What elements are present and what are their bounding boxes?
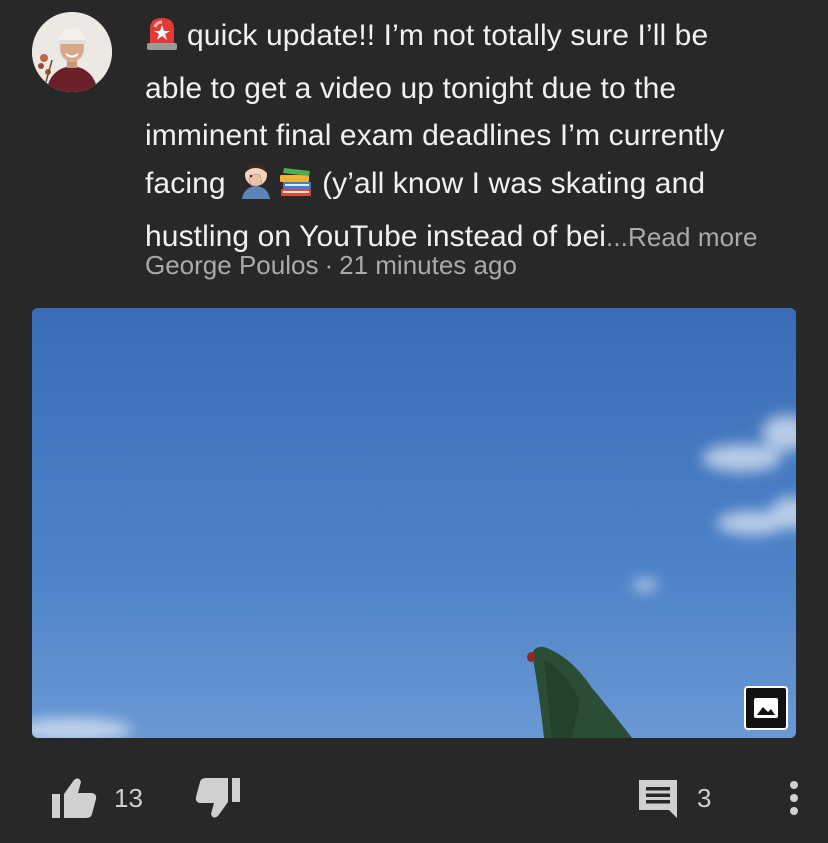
meta-separator: · — [324, 250, 334, 280]
read-more-link[interactable]: Read more — [628, 222, 758, 252]
post-line-1: quick update!! I’m not totally sure I’ll… — [145, 12, 805, 65]
post-body: quick update!! I’m not totally sure I’ll… — [145, 12, 805, 261]
comments-button[interactable] — [637, 778, 679, 825]
more-options-button[interactable] — [784, 778, 804, 822]
post-text-segment: (y’all know I was skating and — [322, 167, 706, 200]
post-text-segment: facing — [145, 167, 226, 200]
post-line-4: facing (y’all know I was skating and — [145, 159, 805, 213]
like-count: 13 — [114, 783, 143, 813]
facepalm-emoji — [236, 159, 276, 213]
community-post: quick update!! I’m not totally sure I’ll… — [0, 0, 828, 843]
thumbs-up-icon — [50, 776, 98, 825]
more-vert-icon — [789, 780, 799, 821]
police-light-emoji — [145, 15, 179, 65]
comment-count: 3 — [697, 783, 712, 813]
like-button[interactable] — [50, 776, 98, 825]
post-line-3: imminent final exam deadlines I’m curren… — [145, 119, 725, 152]
post-meta: George Poulos · 21 minutes ago — [145, 248, 517, 282]
avatar[interactable] — [32, 12, 112, 92]
books-emoji — [278, 163, 314, 213]
author-name[interactable]: George Poulos — [145, 250, 318, 280]
action-bar: 13 3 — [0, 770, 828, 830]
ellipsis: ... — [606, 222, 628, 252]
post-line-2: able to get a video up tonight due to th… — [145, 72, 677, 105]
post-image[interactable] — [32, 308, 796, 738]
thumbs-down-icon — [194, 776, 242, 825]
comment-icon — [637, 778, 679, 825]
post-text-segment: quick update!! I’m not totally sure I’ll… — [187, 19, 709, 52]
dislike-button[interactable] — [194, 776, 242, 825]
image-icon[interactable] — [744, 686, 788, 730]
post-time: 21 minutes ago — [339, 250, 517, 280]
